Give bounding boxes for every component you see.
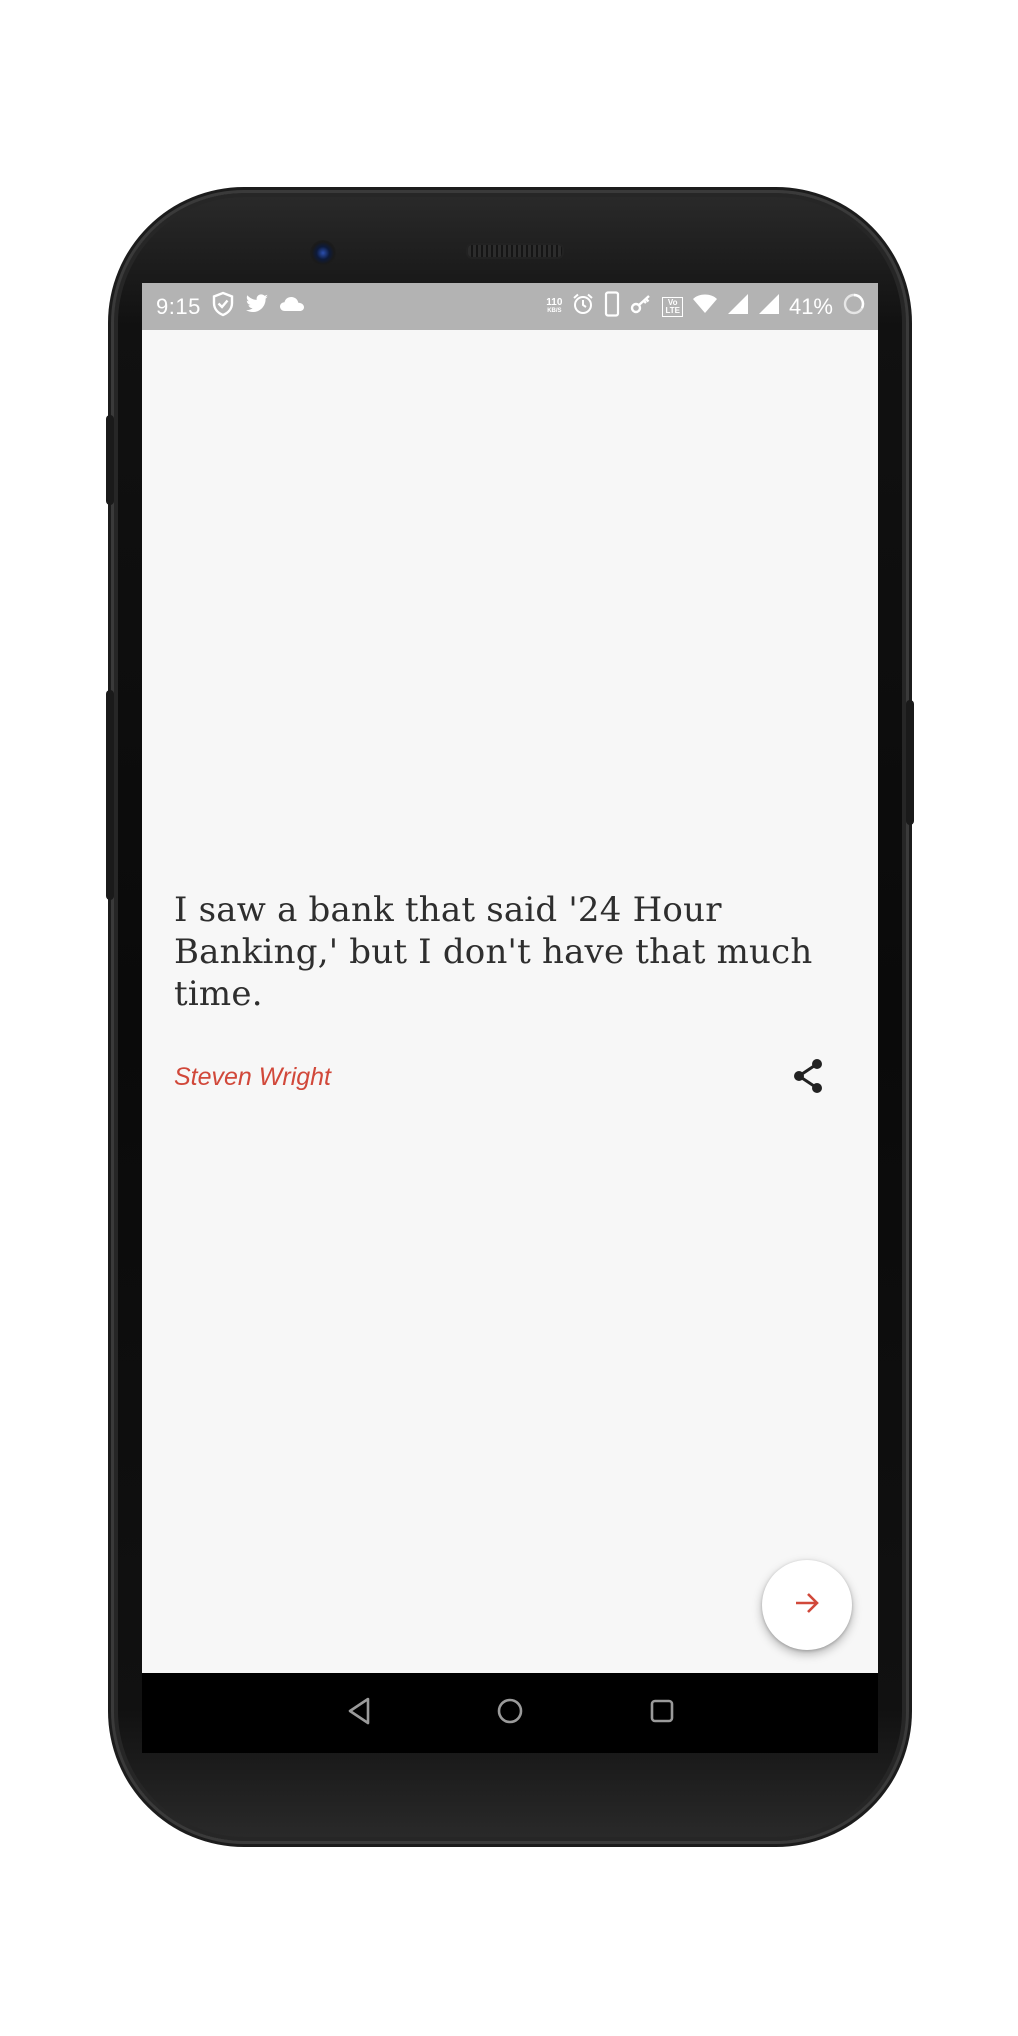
- share-icon: [790, 1057, 826, 1100]
- network-speed: 110 KB/S: [546, 296, 563, 316]
- arrow-right-icon: [793, 1591, 821, 1620]
- twitter-icon: [245, 293, 269, 321]
- status-bar: 9:15 110 KB/S Vo LTE 41%: [142, 283, 878, 330]
- signal-icon: [758, 293, 780, 321]
- volte-icon: Vo LTE: [662, 296, 683, 317]
- navigation-bar: [142, 1673, 878, 1753]
- app-screen: 9:15 110 KB/S Vo LTE 41% I saw a bank th…: [142, 283, 878, 1673]
- network-speed-unit: KB/S: [547, 307, 562, 314]
- key-icon: [629, 292, 653, 322]
- recents-icon: [647, 1696, 677, 1731]
- status-right: 110 KB/S Vo LTE 41%: [546, 283, 866, 330]
- wifi-icon: [692, 293, 718, 321]
- home-icon: [495, 1696, 525, 1731]
- share-button[interactable]: [786, 1056, 830, 1100]
- network-speed-value: 110: [546, 296, 563, 308]
- battery-icon: [842, 292, 866, 322]
- quote-author[interactable]: Steven Wright: [174, 1063, 331, 1092]
- cloud-icon: [279, 295, 305, 319]
- shield-check-icon: [211, 291, 235, 323]
- home-button[interactable]: [490, 1693, 530, 1733]
- phone-icon: [604, 290, 620, 323]
- power-button: [906, 700, 914, 825]
- status-left: 9:15: [156, 283, 305, 330]
- page: 9:15 110 KB/S Vo LTE 41% I saw a bank th…: [0, 0, 1018, 2036]
- battery-percent: 41%: [788, 293, 833, 319]
- status-time: 9:15: [156, 293, 201, 319]
- quote-text: I saw a bank that said '24 Hour Banking,…: [174, 890, 813, 1014]
- next-quote-button[interactable]: [762, 1560, 852, 1650]
- volte-line2: LTE: [665, 305, 680, 315]
- back-button[interactable]: [339, 1693, 379, 1733]
- front-camera: [310, 240, 336, 266]
- volume-up-button: [106, 415, 114, 505]
- signal-icon: [727, 293, 749, 321]
- volume-down-button: [106, 690, 114, 900]
- back-icon: [344, 1696, 374, 1731]
- alarm-icon: [571, 292, 595, 322]
- recents-button[interactable]: [642, 1693, 682, 1733]
- earpiece-speaker: [466, 243, 564, 259]
